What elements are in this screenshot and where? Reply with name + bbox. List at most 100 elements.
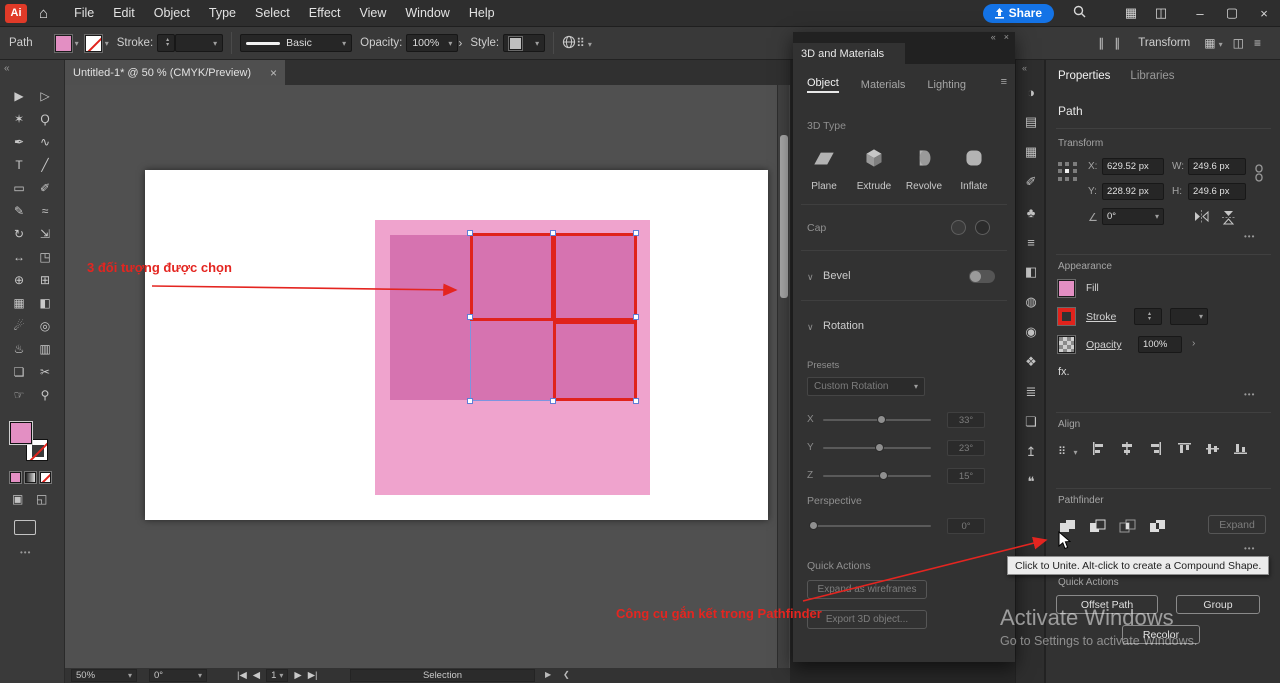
more-options-button[interactable]: ••• bbox=[1244, 544, 1255, 553]
lasso-tool[interactable]: Ϙ bbox=[32, 107, 58, 130]
document-tab[interactable]: Untitled-1* @ 50 % (CMYK/Preview) × bbox=[65, 60, 285, 85]
menu-effect[interactable]: Effect bbox=[309, 6, 341, 20]
reference-point-locator[interactable] bbox=[1058, 162, 1078, 182]
offset-path-button[interactable]: Offset Path bbox=[1056, 595, 1158, 614]
menu-object[interactable]: Object bbox=[154, 6, 190, 20]
slider-knob[interactable] bbox=[877, 415, 886, 424]
color-mode-button[interactable] bbox=[10, 472, 21, 483]
align-vertical-center-icon[interactable] bbox=[1206, 442, 1222, 456]
tab-object[interactable]: Object bbox=[807, 77, 839, 93]
cap-solid-button[interactable] bbox=[951, 220, 966, 235]
status-expand-icon[interactable]: ▶ bbox=[545, 670, 551, 679]
canvas[interactable] bbox=[65, 85, 790, 668]
perspective-grid-tool[interactable]: ⊞ bbox=[32, 268, 58, 291]
selected-square-top-left[interactable] bbox=[470, 233, 554, 321]
rotation-x-value[interactable]: 33° bbox=[947, 412, 985, 428]
pencil-tool[interactable]: ✎ bbox=[6, 199, 32, 222]
transparency-panel-icon[interactable]: ◍ bbox=[1016, 287, 1046, 317]
3d-materials-tab[interactable]: 3D and Materials bbox=[793, 43, 905, 64]
selection-handle[interactable] bbox=[633, 314, 639, 320]
workspace-switcher-icon[interactable]: ▦ bbox=[1116, 5, 1146, 21]
expand-panels-icon[interactable]: « bbox=[1016, 60, 1044, 77]
fill-swatch[interactable] bbox=[1058, 280, 1075, 297]
flip-vertical-icon[interactable] bbox=[1222, 210, 1235, 230]
more-options-button[interactable]: ••• bbox=[1244, 390, 1255, 399]
opacity-link[interactable]: Opacity bbox=[1086, 339, 1122, 351]
free-transform-tool[interactable]: ◳ bbox=[32, 245, 58, 268]
artboard-number-select[interactable]: 1 ▾ bbox=[266, 669, 288, 682]
opacity-field[interactable]: 100% ▾ bbox=[406, 34, 458, 52]
stroke-color-swatch[interactable] bbox=[85, 35, 102, 52]
tab-lighting[interactable]: Lighting bbox=[927, 79, 966, 91]
pen-tool[interactable]: ✒ bbox=[6, 130, 32, 153]
selection-handle[interactable] bbox=[633, 398, 639, 404]
rotation-caret-icon[interactable]: ∨ bbox=[807, 322, 814, 333]
pathfinder-minus-front-button[interactable] bbox=[1086, 516, 1110, 536]
slider-knob[interactable] bbox=[879, 471, 888, 480]
more-options-button[interactable]: ••• bbox=[1244, 232, 1255, 241]
brushes-panel-icon[interactable]: ✐ bbox=[1016, 167, 1046, 197]
opacity-swatch[interactable] bbox=[1058, 336, 1075, 353]
previous-artboard-button[interactable]: ◀ bbox=[253, 670, 260, 681]
share-button[interactable]: Share bbox=[983, 4, 1054, 23]
zoom-level-select[interactable]: 50% ▾ bbox=[71, 669, 137, 682]
rotate-tool[interactable]: ↻ bbox=[6, 222, 32, 245]
pathfinder-intersect-button[interactable] bbox=[1116, 516, 1140, 536]
slice-tool[interactable]: ✂ bbox=[32, 360, 58, 383]
stroke-unit-select[interactable]: ▾ bbox=[1170, 308, 1208, 325]
constrain-proportions-icon[interactable] bbox=[1253, 164, 1265, 187]
menu-select[interactable]: Select bbox=[255, 6, 290, 20]
menu-edit[interactable]: Edit bbox=[113, 6, 135, 20]
menu-type[interactable]: Type bbox=[209, 6, 236, 20]
expand-wireframes-button[interactable]: Expand as wireframes bbox=[807, 580, 927, 599]
tab-properties[interactable]: Properties bbox=[1058, 70, 1110, 82]
slider-knob[interactable] bbox=[809, 521, 818, 530]
rotation-x-slider[interactable] bbox=[823, 419, 931, 421]
first-artboard-button[interactable]: |◀ bbox=[237, 670, 247, 681]
selection-handle[interactable] bbox=[633, 230, 639, 236]
flip-horizontal-icon[interactable] bbox=[1194, 210, 1209, 228]
recolor-button[interactable]: Recolor bbox=[1122, 625, 1200, 644]
3d-type-plane[interactable]: Plane bbox=[801, 144, 847, 192]
rotation-presets-select[interactable]: Custom Rotation ▾ bbox=[807, 377, 925, 396]
symbol-sprayer-tool[interactable]: ♨ bbox=[6, 337, 32, 360]
vertical-scrollbar[interactable] bbox=[777, 85, 789, 668]
perspective-slider[interactable] bbox=[809, 525, 931, 527]
arrange-documents-icon[interactable]: ◫ bbox=[1146, 5, 1176, 21]
symbols-panel-icon[interactable]: ♣ bbox=[1016, 197, 1046, 227]
illustrator-logo[interactable]: Ai bbox=[5, 4, 27, 23]
appearance-panel-icon[interactable]: ◉ bbox=[1016, 317, 1046, 347]
line-segment-tool[interactable]: ╱ bbox=[32, 153, 58, 176]
pathfinder-expand-button[interactable]: Expand bbox=[1208, 515, 1266, 534]
stroke-swatch[interactable] bbox=[1058, 308, 1075, 325]
shaper-tool[interactable]: ≈ bbox=[32, 199, 58, 222]
hand-tool[interactable]: ☞ bbox=[6, 383, 32, 406]
perspective-value[interactable]: 0° bbox=[947, 518, 985, 534]
stroke-panel-icon[interactable]: ≡ bbox=[1016, 227, 1046, 257]
collapse-tools-icon[interactable]: « bbox=[0, 60, 64, 74]
document-setup-globe-icon[interactable] bbox=[562, 35, 576, 52]
3d-type-inflate[interactable]: Inflate bbox=[951, 144, 997, 192]
artboards-panel-icon[interactable]: ❏ bbox=[1016, 407, 1046, 437]
selection-tool[interactable]: ▶ bbox=[6, 84, 32, 107]
color-panel-icon[interactable]: ◑ bbox=[1016, 77, 1046, 107]
scrollbar-thumb[interactable] bbox=[780, 135, 788, 298]
h-field[interactable]: 249.6 px bbox=[1188, 183, 1246, 200]
selection-handle[interactable] bbox=[467, 314, 473, 320]
paintbrush-tool[interactable]: ✐ bbox=[32, 176, 58, 199]
3d-type-extrude[interactable]: Extrude bbox=[851, 144, 897, 192]
status-collapse-icon[interactable]: ❮ bbox=[563, 670, 570, 679]
rotation-y-value[interactable]: 23° bbox=[947, 440, 985, 456]
style-select[interactable]: ▾ bbox=[503, 34, 545, 52]
isolate-mode-icon[interactable]: ◫ bbox=[1233, 36, 1244, 50]
group-button[interactable]: Group bbox=[1176, 595, 1260, 614]
rotation-z-slider[interactable] bbox=[823, 475, 931, 477]
align-vertical-top-icon[interactable] bbox=[1178, 442, 1194, 456]
opacity-panel-arrow-icon[interactable]: › bbox=[458, 36, 462, 50]
menu-file[interactable]: File bbox=[74, 6, 94, 20]
eyedropper-tool[interactable]: ☄ bbox=[6, 314, 32, 337]
align-horizontal-left-icon[interactable] bbox=[1092, 442, 1108, 456]
fill-color-proxy[interactable] bbox=[10, 422, 32, 444]
swatches-panel-icon[interactable]: ▦ bbox=[1016, 137, 1046, 167]
stepper-arrows-icon[interactable]: ▴▾ bbox=[1148, 312, 1151, 322]
